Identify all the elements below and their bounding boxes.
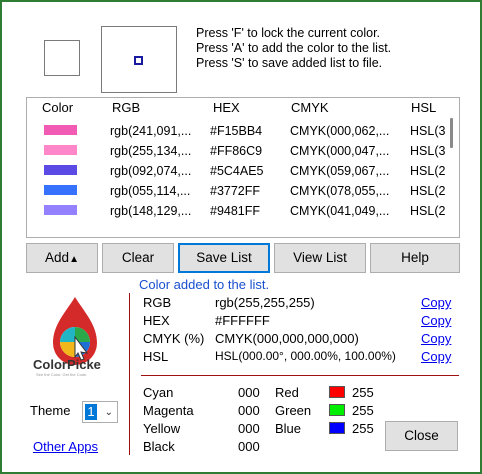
color-swatch	[44, 205, 77, 215]
yellow-value: 000	[238, 421, 260, 436]
arrow-up-icon: ▲	[69, 254, 79, 265]
horizontal-scrollbar[interactable]	[27, 220, 446, 237]
cell-rgb: rgb(255,134,...	[110, 144, 192, 158]
theme-select-value: 1	[85, 404, 97, 420]
cell-rgb: rgb(092,074,...	[110, 164, 192, 178]
cell-rgb: rgb(148,129,...	[110, 204, 192, 218]
cell-hsl: HSL(3	[410, 144, 446, 158]
col-header-color[interactable]: Color	[42, 100, 73, 115]
other-apps-link[interactable]: Other Apps	[33, 439, 98, 454]
cmyk-label: CMYK (%)	[143, 331, 205, 346]
color-swatch	[44, 185, 77, 195]
logo-text: ColorPicke	[33, 357, 101, 372]
current-color-swatch	[44, 40, 80, 76]
theme-select[interactable]: 1 ⌄	[82, 401, 118, 423]
cmyk-value: CMYK(000,000,000,000)	[215, 331, 359, 346]
cell-hsl: HSL(2	[410, 164, 446, 178]
cell-hex: #5C4AE5	[210, 164, 264, 178]
cell-hex: #FF86C9	[210, 144, 263, 158]
help-button[interactable]: Help	[370, 243, 460, 273]
cell-cmyk: CMYK(041,049,...	[290, 204, 390, 218]
cell-cmyk: CMYK(000,047,...	[290, 144, 390, 158]
cell-cmyk: CMYK(078,055,...	[290, 184, 390, 198]
cell-hsl: HSL(3	[410, 124, 446, 138]
main-window: Press 'F' to lock the current color. Pre…	[2, 2, 480, 472]
divider-vertical	[129, 293, 130, 455]
magenta-value: 000	[238, 403, 260, 418]
black-label: Black	[143, 439, 175, 454]
col-header-cmyk[interactable]: CMYK	[291, 100, 329, 115]
red-value: 255	[352, 385, 374, 400]
hsl-label: HSL	[143, 349, 169, 364]
copy-hex-link[interactable]: Copy	[421, 313, 451, 328]
green-label: Green	[275, 403, 312, 418]
logo-tagline: See the Color. Get the Code.	[36, 372, 88, 377]
cyan-value: 000	[238, 385, 260, 400]
cell-hsl: HSL(2	[410, 204, 446, 218]
col-header-hsl[interactable]: HSL	[411, 100, 436, 115]
col-header-rgb[interactable]: RGB	[112, 100, 140, 115]
red-swatch	[329, 386, 345, 398]
list-item[interactable]: rgb(148,129,... #9481FF CMYK(041,049,...…	[27, 201, 447, 221]
color-list-header: Color RGB HEX CMYK HSL	[27, 98, 459, 116]
save-list-button[interactable]: Save List	[178, 243, 270, 273]
cell-hsl: HSL(2	[410, 184, 446, 198]
rgb-label: RGB	[143, 295, 172, 310]
color-swatch	[44, 165, 77, 175]
blue-value: 255	[352, 421, 374, 436]
list-item[interactable]: rgb(055,114,... #3772FF CMYK(078,055,...…	[27, 181, 447, 201]
color-list[interactable]: Color RGB HEX CMYK HSL rgb(241,091,... #…	[26, 97, 460, 238]
add-button-label: Add	[45, 250, 70, 265]
cell-hex: #3772FF	[210, 184, 261, 198]
hint-save: Press 'S' to save added list to file.	[196, 56, 383, 70]
hsl-value: HSL(000.00°, 000.00%, 100.00%)	[215, 349, 396, 363]
green-value: 255	[352, 403, 374, 418]
hex-label: HEX	[143, 313, 170, 328]
list-item[interactable]: rgb(092,074,... #5C4AE5 CMYK(059,067,...…	[27, 161, 447, 181]
scrollbar-thumb[interactable]	[450, 118, 453, 148]
list-item[interactable]: rgb(241,091,... #F15BB4 CMYK(000,062,...…	[27, 121, 447, 141]
list-item[interactable]: rgb(255,134,... #FF86C9 CMYK(000,047,...…	[27, 141, 447, 161]
hex-value: #FFFFFF	[215, 313, 270, 328]
hint-add: Press 'A' to add the color to the list.	[196, 41, 392, 55]
color-swatch	[44, 145, 77, 155]
yellow-label: Yellow	[143, 421, 181, 436]
cell-hex: #F15BB4	[210, 124, 263, 138]
theme-label: Theme	[30, 403, 71, 418]
cell-cmyk: CMYK(059,067,...	[290, 164, 390, 178]
cell-rgb: rgb(241,091,...	[110, 124, 192, 138]
copy-rgb-link[interactable]: Copy	[421, 295, 451, 310]
color-swatch	[44, 125, 77, 135]
magenta-label: Magenta	[143, 403, 194, 418]
cell-hex: #9481FF	[210, 204, 261, 218]
copy-hsl-link[interactable]: Copy	[421, 349, 451, 364]
blue-label: Blue	[275, 421, 302, 436]
black-value: 000	[238, 439, 260, 454]
blue-swatch	[329, 422, 345, 434]
chevron-down-icon: ⌄	[104, 407, 113, 418]
clear-button[interactable]: Clear	[102, 243, 174, 273]
red-label: Red	[275, 385, 299, 400]
copy-cmyk-link[interactable]: Copy	[421, 331, 451, 346]
col-header-hex[interactable]: HEX	[213, 100, 240, 115]
hint-lock: Press 'F' to lock the current color.	[196, 26, 381, 40]
magnifier-cursor-icon	[134, 56, 143, 65]
vertical-scrollbar[interactable]	[446, 116, 459, 237]
magnifier-preview	[101, 26, 177, 93]
divider-horizontal	[141, 375, 459, 376]
rgb-value: rgb(255,255,255)	[215, 295, 315, 310]
cyan-label: Cyan	[143, 385, 174, 400]
close-button[interactable]: Close	[385, 421, 458, 451]
view-list-button[interactable]: View List	[274, 243, 366, 273]
add-button[interactable]: Add▲	[26, 243, 98, 273]
green-swatch	[329, 404, 345, 416]
cell-cmyk: CMYK(000,062,...	[290, 124, 390, 138]
status-text: Color added to the list.	[139, 277, 270, 292]
cell-rgb: rgb(055,114,...	[110, 184, 191, 198]
